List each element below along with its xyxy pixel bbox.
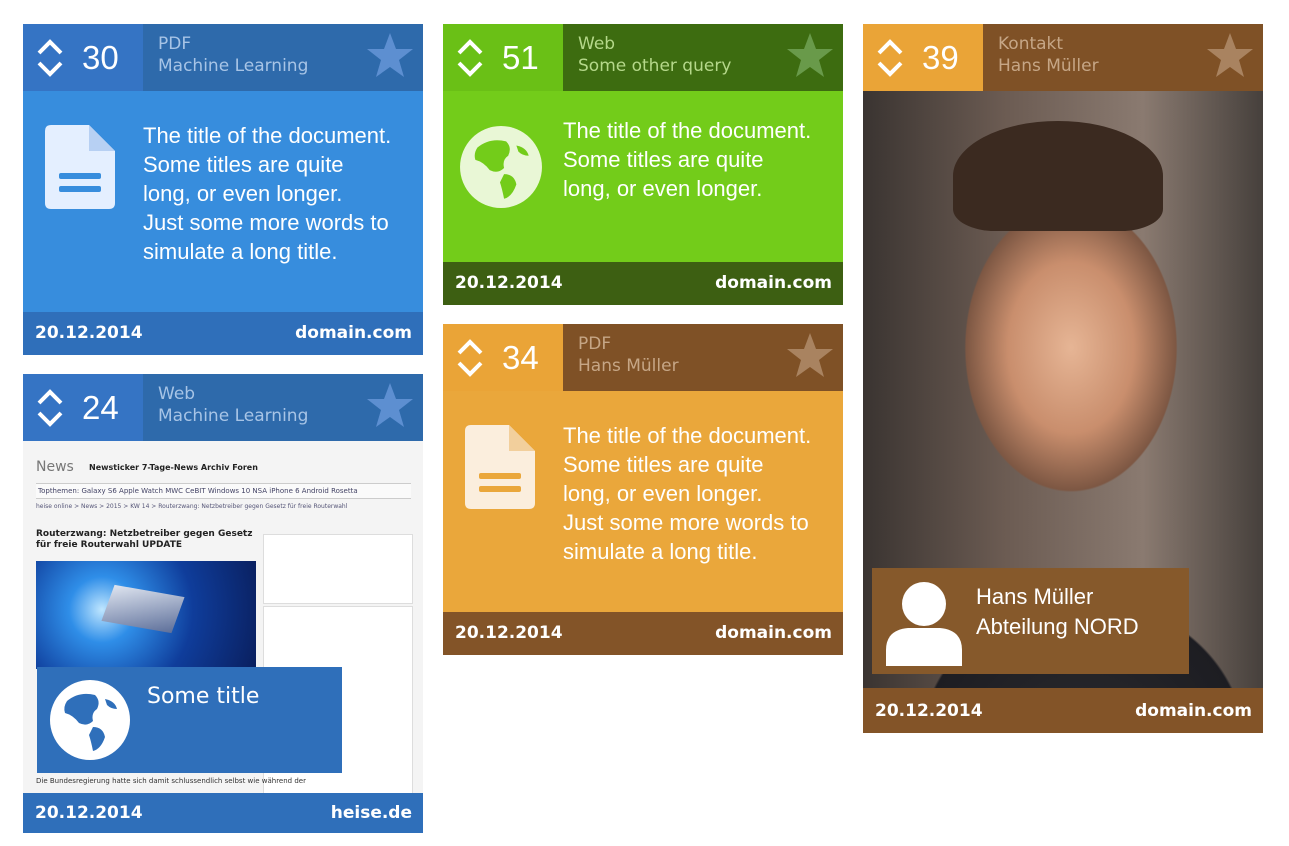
search-query: Machine Learning <box>158 406 309 426</box>
card-header: 24 Web Machine Learning <box>23 374 423 441</box>
star-icon[interactable] <box>366 382 414 428</box>
star-icon[interactable] <box>786 32 834 78</box>
sort-chevrons-icon[interactable] <box>876 39 904 77</box>
card-meta: Web Machine Learning <box>143 374 423 441</box>
document-title[interactable]: The title of the document. Some titles a… <box>563 116 838 203</box>
card-meta: PDF Hans Müller <box>563 324 843 391</box>
result-domain[interactable]: domain.com <box>295 323 412 344</box>
result-card-pdf-machine-learning[interactable]: 30 PDF Machine Learning The title of the… <box>23 24 423 355</box>
search-query: Hans Müller <box>998 56 1099 76</box>
result-type: Web <box>578 34 616 54</box>
document-title[interactable]: The title of the document. Some titles a… <box>563 421 838 566</box>
score-value: 51 <box>502 39 539 76</box>
result-date: 20.12.2014 <box>35 803 143 823</box>
search-query: Hans Müller <box>578 356 679 376</box>
result-card-contact-hans-mueller[interactable]: 39 Kontakt Hans Müller Hans Müller Abtei… <box>863 24 1263 733</box>
card-footer: 20.12.2014 heise.de <box>23 793 423 833</box>
contact-name-block: Hans Müller Abteilung NORD <box>976 582 1139 642</box>
screenshot-body-text: Die Bundesregierung hatte sich damit sch… <box>36 777 306 785</box>
star-icon[interactable] <box>786 332 834 378</box>
result-domain[interactable]: heise.de <box>331 803 412 824</box>
screenshot-nav: Newsticker 7-Tage-News Archiv Foren <box>89 463 258 472</box>
screenshot-topics: Topthemen: Galaxy S6 Apple Watch MWC CeB… <box>36 483 411 499</box>
card-footer: 20.12.2014 domain.com <box>23 312 423 355</box>
star-icon[interactable] <box>366 32 414 78</box>
search-query: Machine Learning <box>158 56 309 76</box>
result-date: 20.12.2014 <box>455 273 563 293</box>
screenshot-brand: News <box>36 459 74 475</box>
card-meta: Web Some other query <box>563 24 843 91</box>
document-icon <box>45 125 115 209</box>
sort-chevrons-icon[interactable] <box>456 39 484 77</box>
score-value: 24 <box>82 389 119 426</box>
contact-photo[interactable]: Hans Müller Abteilung NORD <box>863 91 1263 688</box>
sort-chevrons-icon[interactable] <box>456 339 484 377</box>
score-value: 30 <box>82 39 119 76</box>
contact-photo-hair <box>953 121 1163 231</box>
screenshot-headline: Routerzwang: Netzbetreiber gegen Gesetz … <box>36 529 253 550</box>
score-box[interactable]: 51 <box>443 24 563 91</box>
card-header: 30 PDF Machine Learning <box>23 24 423 91</box>
result-date: 20.12.2014 <box>455 623 563 643</box>
result-card-pdf-hans-mueller[interactable]: 34 PDF Hans Müller The title of the docu… <box>443 324 843 655</box>
sort-chevrons-icon[interactable] <box>36 39 64 77</box>
card-header: 34 PDF Hans Müller <box>443 324 843 391</box>
result-type: Kontakt <box>998 34 1064 54</box>
card-footer: 20.12.2014 domain.com <box>443 612 843 655</box>
person-icon <box>886 582 962 666</box>
card-header: 39 Kontakt Hans Müller <box>863 24 1263 91</box>
title-overlay[interactable]: Some title <box>37 667 342 773</box>
result-date: 20.12.2014 <box>875 701 983 721</box>
sort-chevrons-icon[interactable] <box>36 389 64 427</box>
result-date: 20.12.2014 <box>35 323 143 343</box>
screenshot-breadcrumb: heise online > News > 2015 > KW 14 > Rou… <box>36 503 348 510</box>
contact-name: Hans Müller <box>976 584 1094 609</box>
contact-department: Abteilung NORD <box>976 614 1139 639</box>
card-footer: 20.12.2014 domain.com <box>863 690 1263 733</box>
card-footer: 20.12.2014 domain.com <box>443 262 843 305</box>
screenshot-tools-panel <box>263 534 413 604</box>
card-meta: PDF Machine Learning <box>143 24 423 91</box>
search-query: Some other query <box>578 56 732 76</box>
document-icon <box>465 425 535 509</box>
card-header: 51 Web Some other query <box>443 24 843 91</box>
score-box[interactable]: 24 <box>23 374 143 441</box>
card-meta: Kontakt Hans Müller <box>983 24 1263 91</box>
score-box[interactable]: 39 <box>863 24 983 91</box>
globe-icon <box>50 680 130 760</box>
globe-icon <box>460 126 542 208</box>
result-domain[interactable]: domain.com <box>715 273 832 294</box>
contact-info-box[interactable]: Hans Müller Abteilung NORD <box>872 568 1189 674</box>
result-type: Web <box>158 384 196 404</box>
star-icon[interactable] <box>1206 32 1254 78</box>
result-card-web-some-other-query[interactable]: 51 Web Some other query The title of the… <box>443 24 843 305</box>
score-box[interactable]: 34 <box>443 324 563 391</box>
score-value: 39 <box>922 39 959 76</box>
result-type: PDF <box>578 334 612 354</box>
score-box[interactable]: 30 <box>23 24 143 91</box>
result-type: PDF <box>158 34 192 54</box>
overlay-title: Some title <box>147 684 260 709</box>
score-value: 34 <box>502 339 539 376</box>
result-domain[interactable]: domain.com <box>1135 701 1252 722</box>
result-domain[interactable]: domain.com <box>715 623 832 644</box>
result-card-web-machine-learning[interactable]: 24 Web Machine Learning News Newsticker … <box>23 374 423 833</box>
document-title[interactable]: The title of the document. Some titles a… <box>143 121 418 266</box>
